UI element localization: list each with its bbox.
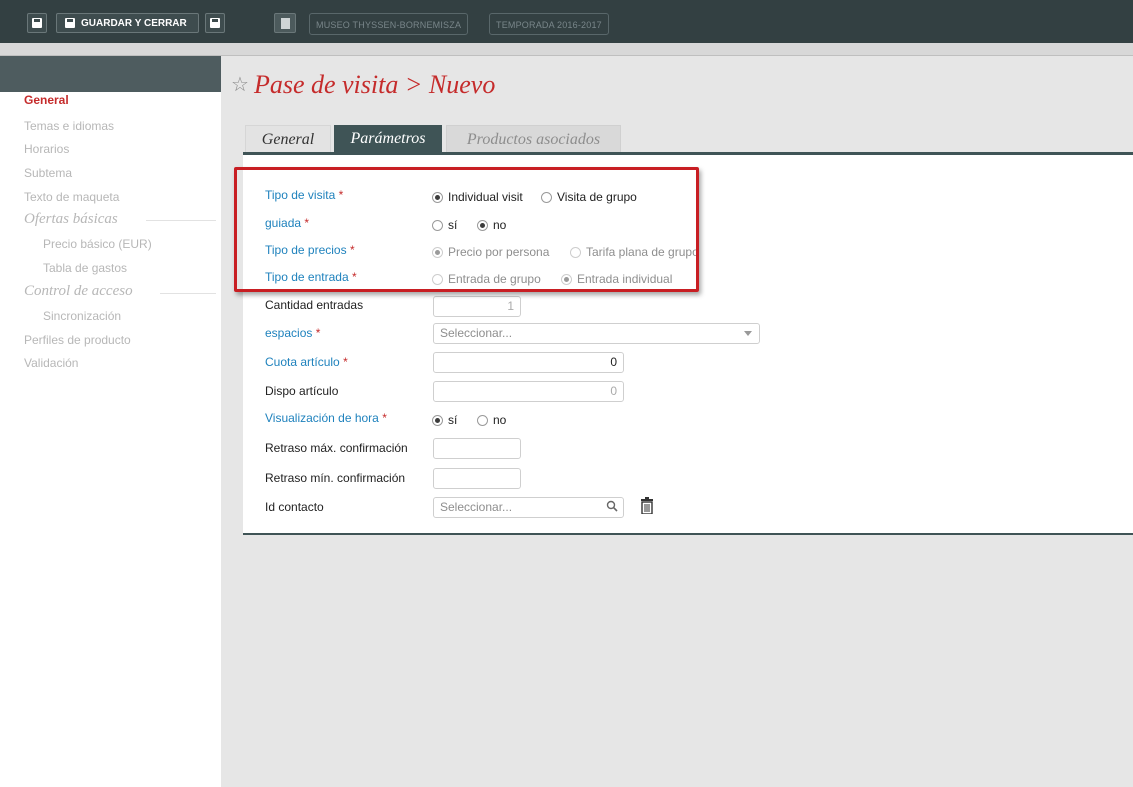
sidebar-item-horarios[interactable]: Horarios: [24, 142, 69, 156]
toolbar-shadow-strip: [0, 43, 1133, 56]
form-panel: Tipo de visita * Individual visit Visita…: [234, 152, 1133, 535]
cantidad-entradas-label: Cantidad entradas: [265, 298, 364, 312]
save-and-close-label: GUARDAR Y CERRAR: [81, 18, 187, 29]
favorite-star-icon[interactable]: ☆: [231, 74, 249, 96]
building-icon: [280, 17, 290, 29]
save-new-icon: [210, 18, 220, 29]
search-icon[interactable]: [606, 500, 618, 512]
visualizacion-hora-label: Visualización de hora *: [265, 411, 387, 425]
sidebar-section-divider: [160, 293, 216, 294]
retraso-max-label: Retraso máx. confirmación: [265, 441, 408, 455]
retraso-max-input[interactable]: [433, 438, 521, 459]
id-contacto-select[interactable]: Seleccionar...: [433, 497, 624, 518]
sidebar-header: [0, 56, 221, 92]
cuota-articulo-input[interactable]: 0: [433, 352, 624, 373]
tab-parametros[interactable]: Parámetros: [334, 125, 442, 152]
top-toolbar: GUARDAR Y CERRAR MUSEO THYSSEN-BORNEMISZ…: [0, 0, 1133, 43]
cantidad-entradas-input[interactable]: 1: [433, 296, 521, 317]
espacios-label: espacios *: [265, 326, 321, 340]
sidebar-item-temas-idiomas[interactable]: Temas e idiomas: [24, 119, 114, 133]
retraso-min-label: Retraso mín. confirmación: [265, 471, 406, 485]
espacios-select[interactable]: Seleccionar...: [433, 323, 760, 344]
retraso-min-input[interactable]: [433, 468, 521, 489]
save-and-new-button[interactable]: [205, 13, 225, 33]
dispo-articulo-label: Dispo artículo: [265, 384, 339, 398]
tab-productos-asociados[interactable]: Productos asociados: [446, 125, 621, 152]
radio-unchecked-icon: [477, 415, 488, 426]
visualizacion-hora-no-radio[interactable]: no: [477, 413, 506, 427]
tab-general[interactable]: General: [245, 125, 331, 152]
season-selector[interactable]: TEMPORADA 2016-2017: [489, 13, 609, 35]
grid-button[interactable]: [274, 13, 296, 33]
id-contacto-label: Id contacto: [265, 500, 324, 514]
radio-checked-icon: [432, 415, 443, 426]
main-area: ☆ Pase de visita > Nuevo General Parámetr…: [221, 56, 1133, 787]
floppy-disk-icon: [32, 18, 42, 29]
dispo-articulo-input[interactable]: 0: [433, 381, 624, 402]
sidebar-section-control: Control de acceso: [24, 283, 133, 299]
sidebar-item-subtema[interactable]: Subtema: [24, 166, 72, 180]
sidebar-item-precio-basico[interactable]: Precio básico (EUR): [43, 237, 152, 251]
chevron-down-icon: [744, 331, 752, 336]
highlight-box: [234, 167, 699, 292]
sidebar-section-ofertas: Ofertas básicas: [24, 211, 118, 227]
save-and-close-button[interactable]: GUARDAR Y CERRAR: [56, 13, 199, 33]
museum-selector[interactable]: MUSEO THYSSEN-BORNEMISZA: [309, 13, 469, 35]
sidebar-item-tabla-gastos[interactable]: Tabla de gastos: [43, 261, 127, 275]
save-close-icon: [65, 18, 75, 29]
sidebar: General Temas e idiomas Horarios Subtema…: [0, 56, 221, 787]
save-button[interactable]: [27, 13, 47, 33]
cuota-articulo-label: Cuota artículo *: [265, 355, 348, 369]
sidebar-item-sincronizacion[interactable]: Sincronización: [43, 309, 121, 323]
page-title-text: Pase de visita > Nuevo: [253, 70, 496, 99]
id-contacto-placeholder: Seleccionar...: [440, 500, 513, 514]
espacios-placeholder: Seleccionar...: [440, 326, 513, 340]
trash-icon[interactable]: [640, 497, 654, 514]
page-title: ☆ Pase de visita > Nuevo: [231, 70, 495, 100]
sidebar-item-general[interactable]: General: [24, 93, 69, 107]
visualizacion-hora-si-radio[interactable]: sí: [432, 413, 457, 427]
sidebar-section-divider: [146, 220, 216, 221]
sidebar-item-texto-maqueta[interactable]: Texto de maqueta: [24, 190, 119, 204]
sidebar-item-perfiles-producto[interactable]: Perfiles de producto: [24, 333, 131, 347]
sidebar-item-validacion[interactable]: Validación: [24, 356, 78, 370]
